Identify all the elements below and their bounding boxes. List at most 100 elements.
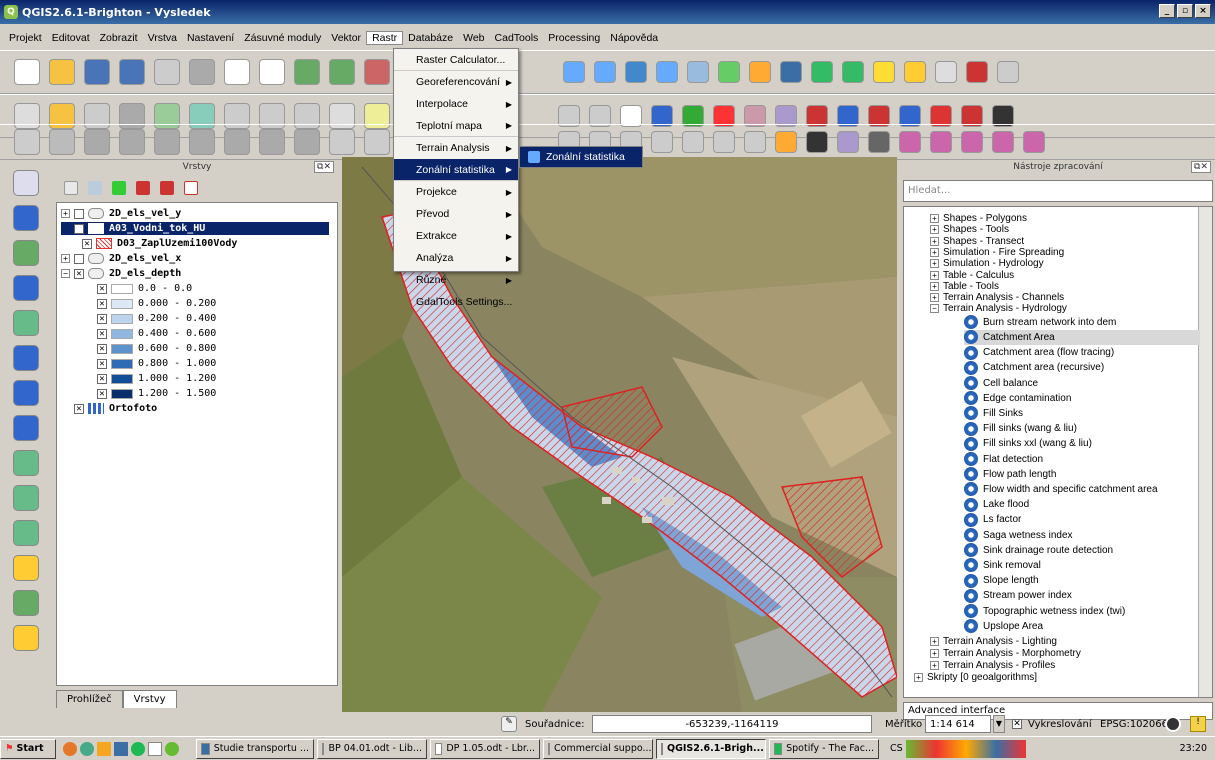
layer-visibility-checkbox[interactable]: [74, 208, 84, 219]
toolbar-3-right-tool-4-icon[interactable]: [651, 131, 673, 153]
warning-icon[interactable]: !: [1190, 716, 1206, 732]
toolbar-1-right-tool-10-icon[interactable]: [842, 61, 864, 83]
toolbar-3-right-tool-14-icon[interactable]: [961, 131, 983, 153]
toolbar-1-right-tool-13-icon[interactable]: [935, 61, 957, 83]
toolbar-1-right-tool-3-icon[interactable]: [625, 61, 647, 83]
processing-tool[interactable]: Slope length: [964, 573, 1039, 588]
toolbar-1-tool-8-icon[interactable]: [259, 59, 285, 85]
menu-processing[interactable]: Processing: [543, 32, 605, 44]
processing-tool[interactable]: Sink removal: [964, 558, 1041, 573]
class-visibility-checkbox[interactable]: ✕: [97, 313, 107, 324]
add-layer-tool-9-icon[interactable]: [13, 450, 39, 476]
maximize-button[interactable]: ▫: [1177, 4, 1193, 18]
group-expand-toggle[interactable]: −: [930, 304, 939, 314]
class-visibility-checkbox[interactable]: ✕: [97, 298, 107, 309]
minimize-button[interactable]: _: [1159, 4, 1175, 18]
toolbar-1-right-tool-9-icon[interactable]: [811, 61, 833, 83]
app-icon[interactable]: [97, 741, 111, 756]
layer-row-d03_zapluzemi100vody[interactable]: ✕ D03_ZaplUzemi100Vody: [69, 237, 237, 250]
toolbar-1-right-tool-12-icon[interactable]: [904, 61, 926, 83]
toolbar-1-right-tool-5-icon[interactable]: [687, 61, 709, 83]
panel-close-icon[interactable]: ⧉✕: [314, 161, 334, 173]
panel-close-icon[interactable]: ⧉✕: [1191, 161, 1211, 173]
processing-tool[interactable]: Fill sinks xxl (wang & liu): [964, 436, 1092, 451]
raster-menu-item[interactable]: Georeferencování ▶: [394, 71, 518, 93]
qgis-quick-icon[interactable]: [165, 741, 179, 756]
toolbar-3-right-tool-7-icon[interactable]: [744, 131, 766, 153]
raster-menu-item[interactable]: GdalTools Settings...: [394, 291, 518, 313]
layer-visibility-checkbox[interactable]: ✕: [82, 238, 92, 249]
raster-menu-item[interactable]: Raster Calculator...: [394, 49, 518, 71]
processing-tool[interactable]: Catchment area (flow tracing): [964, 345, 1114, 360]
toolbar-1-tool-7-icon[interactable]: [224, 59, 250, 85]
toolbar-1-right-tool-7-icon[interactable]: [749, 61, 771, 83]
layer-row-a03_vodni_tok_hu[interactable]: A03_Vodni_tok_HU: [61, 222, 329, 235]
menu-n-pov-da[interactable]: Nápověda: [605, 32, 663, 44]
start-button[interactable]: ⚑ Start: [0, 738, 56, 759]
add-layer-tool-4-icon[interactable]: [13, 275, 39, 301]
processing-tool[interactable]: Flow width and specific catchment area: [964, 482, 1158, 497]
filter-icon[interactable]: [112, 181, 126, 195]
processing-tool[interactable]: Stream power index: [964, 588, 1072, 603]
tray-icons[interactable]: [905, 739, 1026, 758]
layer-row-2d_els_depth[interactable]: − ✕ 2D_els_depth: [61, 267, 181, 280]
raster-menu-item[interactable]: Teplotní mapa ▶: [394, 115, 518, 137]
toolbar-3-tool-10-icon[interactable]: [329, 129, 355, 155]
group-expand-toggle[interactable]: +: [930, 648, 939, 658]
menu-cadtools[interactable]: CadTools: [490, 32, 544, 44]
processing-tool[interactable]: Flat detection: [964, 452, 1043, 467]
menu-zobrazit[interactable]: Zobrazit: [95, 32, 143, 44]
remove-layer-icon[interactable]: [184, 181, 198, 195]
toolbar-3-tool-4-icon[interactable]: [119, 129, 145, 155]
toolbar-1-tool-4-icon[interactable]: [119, 59, 145, 85]
toolbar-1-right-tool-15-icon[interactable]: [997, 61, 1019, 83]
processing-tool[interactable]: Cell balance: [964, 376, 1038, 391]
add-layer-tool-5-icon[interactable]: [13, 310, 39, 336]
tab-browser[interactable]: Prohlížeč: [56, 690, 123, 708]
processing-tool[interactable]: Catchment Area: [964, 329, 1200, 345]
toolbar-1-tool-5-icon[interactable]: [154, 59, 180, 85]
menu-editovat[interactable]: Editovat: [47, 32, 95, 44]
crs-label[interactable]: EPSG:102066: [1100, 719, 1168, 730]
add-layer-tool-1-icon[interactable]: [13, 170, 39, 196]
processing-tool[interactable]: Upslope Area: [964, 619, 1043, 634]
processing-tool[interactable]: Edge contamination: [964, 391, 1071, 406]
group-expand-toggle[interactable]: +: [914, 672, 923, 682]
spotify-quick-icon[interactable]: [131, 741, 145, 756]
class-visibility-checkbox[interactable]: ✕: [97, 388, 107, 399]
expand-toggle[interactable]: +: [61, 209, 70, 218]
raster-menu-item[interactable]: Analýza ▶: [394, 247, 518, 269]
add-layer-tool-14-icon[interactable]: [13, 625, 39, 651]
toolbar-1-right-tool-4-icon[interactable]: [656, 61, 678, 83]
expand-all-icon[interactable]: [136, 181, 150, 195]
toolbar-1-tool-1-icon[interactable]: [14, 59, 40, 85]
taskbar-window-button[interactable]: Studie transportu ...: [196, 738, 314, 759]
scale-input[interactable]: 1:14 614: [925, 715, 991, 733]
toolbar-1-tool-6-icon[interactable]: [189, 59, 215, 85]
taskbar-window-button[interactable]: DP 1.05.odt - Lbr...: [430, 738, 540, 759]
processing-tool[interactable]: Sink drainage route detection: [964, 543, 1113, 558]
taskbar-window-button[interactable]: BP 04.01.odt - Lib...: [317, 738, 427, 759]
zonal-statistics-submenu-item[interactable]: Zonální statistika: [519, 146, 643, 168]
toolbar-1-right-tool-6-icon[interactable]: [718, 61, 740, 83]
toolbar-3-tool-3-icon[interactable]: [84, 129, 110, 155]
toolbar-1-tool-9-icon[interactable]: [294, 59, 320, 85]
raster-menu-item[interactable]: Extrakce ▶: [394, 225, 518, 247]
menu-web[interactable]: Web: [458, 32, 489, 44]
toolbar-1-right-tool-11-icon[interactable]: [873, 61, 895, 83]
processing-search-input[interactable]: Hledat...: [903, 180, 1213, 202]
processing-scrollbar[interactable]: [1198, 207, 1212, 697]
processing-tool[interactable]: Ls factor: [964, 512, 1021, 527]
layer-row-2d_els_vel_y[interactable]: +2D_els_vel_y: [61, 207, 181, 220]
coordinate-toggle-icon[interactable]: ✎: [501, 716, 517, 732]
toolbar-3-right-tool-6-icon[interactable]: [713, 131, 735, 153]
processing-tool[interactable]: Saga wetness index: [964, 528, 1073, 543]
coordinate-field[interactable]: -653239,-1164119: [592, 715, 872, 733]
class-visibility-checkbox[interactable]: ✕: [97, 283, 107, 294]
toolbar-3-tool-1-icon[interactable]: [14, 129, 40, 155]
processing-tool[interactable]: Lake flood: [964, 497, 1029, 512]
menu-projekt[interactable]: Projekt: [4, 32, 47, 44]
add-layer-tool-13-icon[interactable]: [13, 590, 39, 616]
raster-menu-item[interactable]: Převod ▶: [394, 203, 518, 225]
toolbar-3-tool-5-icon[interactable]: [154, 129, 180, 155]
